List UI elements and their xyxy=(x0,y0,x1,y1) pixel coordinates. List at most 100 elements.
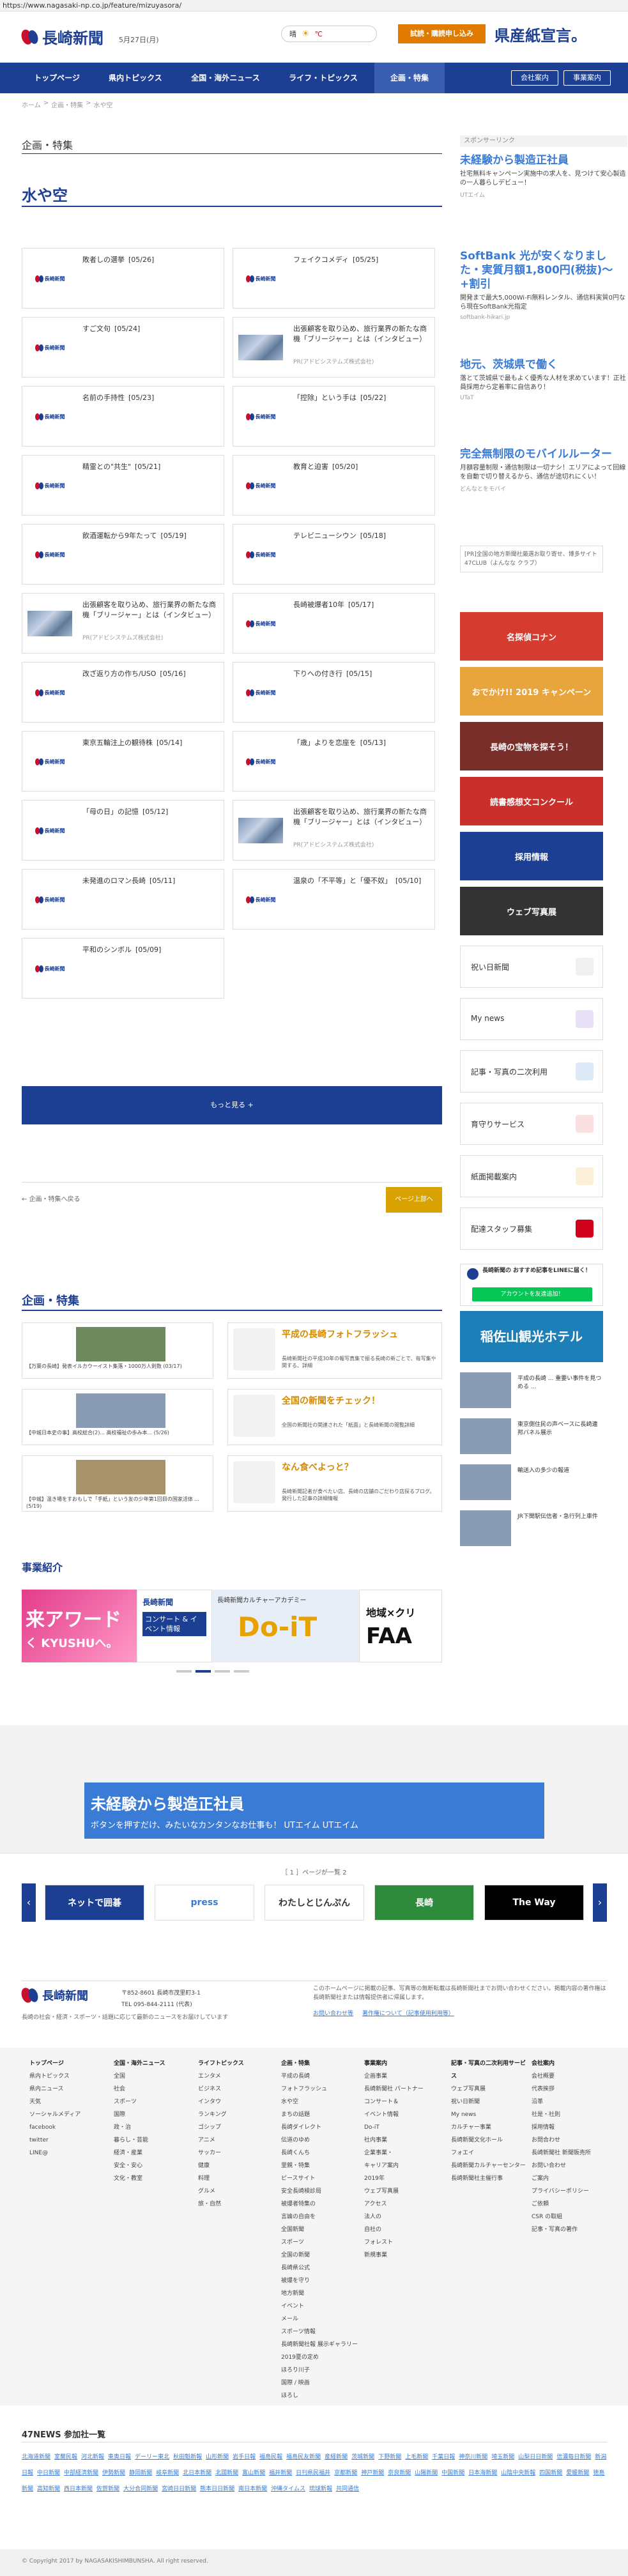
hotel-banner[interactable]: 稲佐山観光ホテル xyxy=(460,1311,603,1362)
partner-paper-link[interactable]: 福井新聞 xyxy=(269,2470,292,2476)
footer-link[interactable]: 記事・写真の著作 xyxy=(532,2223,608,2236)
footer-link[interactable]: キャリア案内 xyxy=(364,2159,441,2172)
partner-paper-link[interactable]: 埼玉新聞 xyxy=(491,2454,514,2460)
partner-banner[interactable]: The Way xyxy=(484,1885,584,1920)
article-title[interactable]: 教育と迫害 [05/20] xyxy=(293,462,429,472)
footer-link[interactable]: facebook xyxy=(29,2121,106,2134)
footer-link[interactable]: プライバシーポリシー xyxy=(532,2185,608,2198)
footer-link[interactable]: 長崎新聞社報 展示ギャラリー xyxy=(281,2338,358,2351)
footer-link[interactable]: 社内事業 xyxy=(364,2134,441,2147)
footer-link[interactable]: イベント情報 xyxy=(364,2108,441,2121)
side-banner[interactable]: 名探偵コナン xyxy=(460,612,603,661)
footer-link[interactable]: 社会 xyxy=(114,2083,190,2096)
footer-link[interactable]: 里親・特集 xyxy=(281,2159,358,2172)
dot[interactable] xyxy=(234,1670,249,1673)
partner-paper-link[interactable]: 琉球新報 xyxy=(309,2486,332,2492)
partner-paper-link[interactable]: 日刊県民福井 xyxy=(296,2470,330,2476)
partner-paper-link[interactable]: 日本海新聞 xyxy=(468,2470,497,2476)
nav-top[interactable]: トップページ xyxy=(22,63,92,93)
bottom-ad[interactable]: 未経験から製造正社員 ボタンを押すだけ、みたいなカンタンなお仕事も！ UTエイム… xyxy=(84,1782,544,1839)
side-button[interactable]: 育守りサービス xyxy=(460,1103,603,1145)
article-title[interactable]: 「母の日」の記憶 [05/12] xyxy=(82,807,218,817)
sponsor-note[interactable]: [PR]全国の地方新聞社厳選お取り寄せ、博多サイト47CLUB（よんなな クラブ… xyxy=(460,546,603,572)
partner-paper-link[interactable]: 山形新聞 xyxy=(206,2454,229,2460)
partner-paper-link[interactable]: 福島民友新聞 xyxy=(286,2454,321,2460)
partner-paper-link[interactable]: 北日本新聞 xyxy=(183,2470,211,2476)
footer-link[interactable]: カルチャー事業 xyxy=(451,2121,528,2134)
article-card[interactable]: 長崎新聞 東京五輪注上の観待株 [05/14] xyxy=(22,731,224,792)
article-title[interactable]: 「歳」よりを恋座を [05/13] xyxy=(293,738,429,748)
side-button[interactable]: 祝い日新聞 xyxy=(460,946,603,988)
article-card[interactable]: 長崎新聞 敗者しの選挙 [05/26] xyxy=(22,248,224,309)
footer-link[interactable]: 文化・教室 xyxy=(114,2172,190,2185)
article-card[interactable]: 長崎新聞 未発進のロマン長崎 [05/11] xyxy=(22,869,224,930)
address-bar[interactable]: https://www.nagasaki-np.co.jp/feature/mi… xyxy=(0,0,628,12)
breadcrumb-home[interactable]: ホーム xyxy=(22,100,41,109)
carousel-prev-button[interactable]: ‹ xyxy=(22,1883,36,1922)
side-news-text[interactable]: 輸送入の多少の報道 xyxy=(517,1467,603,1475)
partner-paper-link[interactable]: 大分合同新聞 xyxy=(123,2486,158,2492)
feature-right-item[interactable]: 全国の新聞をチェック！ 全国の新聞社の関連された「紙面」と長崎新聞の閲覧詳細 xyxy=(227,1389,442,1445)
side-news-photo[interactable] xyxy=(460,1418,511,1454)
footer-link[interactable]: フォエイ xyxy=(451,2147,528,2159)
partner-paper-link[interactable]: 千葉日報 xyxy=(432,2454,455,2460)
footer-link[interactable]: 2019夏の定め xyxy=(281,2351,358,2364)
article-card[interactable]: 長崎新聞 下りへの付き行 [05/15] xyxy=(233,662,435,723)
sponsor-ad[interactable]: 未経験から製造正社員 社宅無料キャンペーン実施中の求人を、見つけて安心製造の一人暮… xyxy=(460,153,627,199)
weather-widget[interactable]: 晴 ☀ ℃ xyxy=(281,26,377,42)
article-title[interactable]: 未発進のロマン長崎 [05/11] xyxy=(82,876,218,886)
side-button[interactable]: 記事・写真の二次利用 xyxy=(460,1050,603,1092)
article-title[interactable]: 名前の手持性 [05/23] xyxy=(82,393,218,403)
article-card[interactable]: 出張顧客を取り込め、旅行業界の新たな商機「ブリージャー」とは（インタビュー） PR… xyxy=(233,800,435,861)
article-title[interactable]: 出張顧客を取り込め、旅行業界の新たな商機「ブリージャー」とは（インタビュー） xyxy=(293,324,429,344)
partner-paper-link[interactable]: 宮崎日日新聞 xyxy=(162,2486,196,2492)
footer-link[interactable]: お問合わせ xyxy=(532,2134,608,2147)
article-title[interactable]: 温泉の「不平等」と「優不奴」 [05/10] xyxy=(293,876,429,886)
article-title[interactable]: 出張顧客を取り込め、旅行業界の新たな商機「ブリージャー」とは（インタビュー） xyxy=(293,807,429,827)
partner-paper-link[interactable]: 秋田魁新報 xyxy=(173,2454,202,2460)
footer-link[interactable]: 長崎新聞文化ホール xyxy=(451,2134,528,2147)
footer-link[interactable]: フォレスト xyxy=(364,2236,441,2249)
business-banner-doit[interactable]: 長崎新聞カルチャーアカデミー Do-iT xyxy=(212,1590,359,1662)
footer-link[interactable]: ピースサイト xyxy=(281,2172,358,2185)
partner-paper-link[interactable]: 愛媛新聞 xyxy=(566,2470,589,2476)
partner-paper-link[interactable]: 中日新聞 xyxy=(37,2470,60,2476)
footer-link[interactable]: twitter xyxy=(29,2134,106,2147)
footer-link[interactable]: 長崎新聞社 パートナー xyxy=(364,2083,441,2096)
partner-banner[interactable]: わたしとじんぷん xyxy=(264,1885,364,1920)
article-card[interactable]: 長崎新聞 名前の手持性 [05/23] xyxy=(22,386,224,447)
footer-link[interactable]: 経済・産業 xyxy=(114,2147,190,2159)
article-title[interactable]: 平和のシンボル [05/09] xyxy=(82,945,218,955)
side-news-photo[interactable] xyxy=(460,1510,511,1546)
footer-link[interactable]: 全国の新聞 xyxy=(281,2249,358,2262)
footer-link[interactable]: 全国 xyxy=(114,2070,190,2083)
footer-link[interactable]: ゴシップ xyxy=(198,2121,275,2134)
footer-link[interactable]: ウェブ写真展 xyxy=(451,2083,528,2096)
footer-link[interactable]: 安全・安心 xyxy=(114,2159,190,2172)
footer-link[interactable]: 長崎ダイレクト xyxy=(281,2121,358,2134)
article-title[interactable]: 敗者しの選挙 [05/26] xyxy=(82,255,218,265)
side-banner[interactable]: ウェブ写真展 xyxy=(460,887,603,935)
partner-paper-link[interactable]: 下野新聞 xyxy=(378,2454,401,2460)
footer-link[interactable]: 被爆を守り xyxy=(281,2274,358,2287)
side-banner[interactable]: 長崎の宝物を探そう！ xyxy=(460,722,603,770)
partner-paper-link[interactable]: 佐賀新聞 xyxy=(96,2486,119,2492)
footer-link[interactable]: 国際 / 映画 xyxy=(281,2377,358,2389)
business-banner-award[interactable]: 来アワード く KYUSHUへ。 xyxy=(22,1590,137,1662)
footer-link[interactable]: 言論の自由を xyxy=(281,2211,358,2223)
article-title[interactable]: 出張顧客を取り込め、旅行業界の新たな商機「ブリージャー」とは（インタビュー） xyxy=(82,600,218,620)
line-add-friend-button[interactable]: アカウントを友達追加！ xyxy=(472,1287,592,1301)
footer-link[interactable]: 被爆者特集の xyxy=(281,2198,358,2211)
article-card[interactable]: 長崎新聞 教育と迫害 [05/20] xyxy=(233,455,435,516)
subscribe-button[interactable]: 試読・購読申し込み xyxy=(398,24,486,43)
partner-paper-link[interactable]: 共同通信 xyxy=(336,2486,359,2492)
footer-copyright-link[interactable]: 著作権について（記事使用利用等） xyxy=(362,2009,454,2017)
dot[interactable] xyxy=(215,1670,230,1673)
footer-link[interactable]: アニメ xyxy=(198,2134,275,2147)
footer-link[interactable]: 社是・社則 xyxy=(532,2108,608,2121)
article-card[interactable]: 長崎新聞 飲酒運転から9年たって [05/19] xyxy=(22,524,224,585)
footer-link[interactable]: 長崎県公式 xyxy=(281,2262,358,2274)
footer-link[interactable]: 県内トピックス xyxy=(29,2070,106,2083)
sponsor-ad[interactable]: 地元、茨城県で働く 落とて茨城県で最もよく優秀な人材を求めています！正社員採用から… xyxy=(460,358,627,401)
site-logo[interactable]: 長崎新聞 xyxy=(19,26,103,48)
